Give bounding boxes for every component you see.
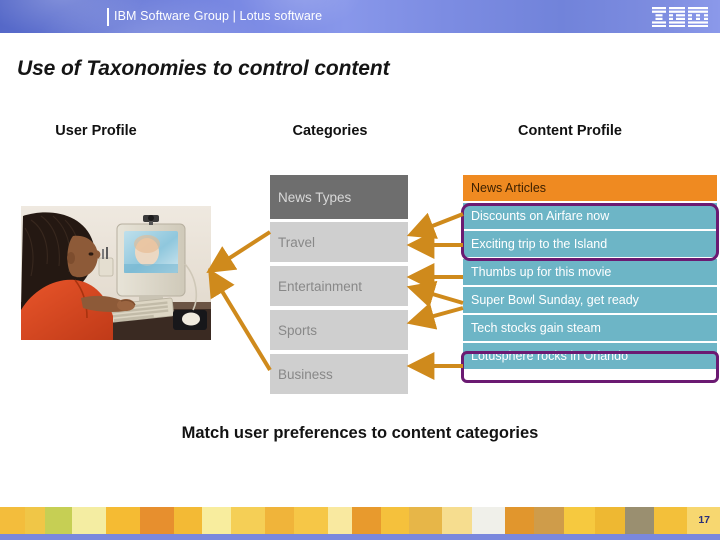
arrow-superbowl-to-entertainment [406,280,464,308]
column-heading-user-profile: User Profile [55,123,137,139]
footer-block [328,507,352,534]
summary-caption: Match user preferences to content catego… [181,424,539,442]
footer-block [441,507,473,534]
page-number: 17 [698,514,710,526]
article-item-discounts-airfare[interactable]: Discounts on Airfare now [463,203,717,229]
footer-block [533,507,565,534]
page-title: Use of Taxonomies to control content [17,57,390,80]
article-item-tech-stocks[interactable]: Tech stocks gain steam [463,315,717,341]
arrow-travel-to-user-profile [206,230,272,274]
footer-block [44,507,72,534]
footer-block [564,507,595,534]
footer-baseline [0,534,720,540]
footer-block [25,507,45,534]
footer-block [380,507,410,534]
footer-block [0,507,26,534]
content-list-header: News Articles [463,175,717,201]
footer-block [71,507,107,534]
footer-block [472,507,505,534]
column-heading-content-profile: Content Profile [518,123,622,139]
footer-block [351,507,381,534]
footer-block [140,507,174,534]
footer-block [265,507,295,534]
footer-block [202,507,232,534]
footer-block [654,507,688,534]
ibm-logo [652,7,708,27]
footer-block [231,507,266,534]
footer-block [409,507,442,534]
footer-block [594,507,626,534]
category-list-header: News Types [270,175,408,219]
header-brand-text: IBM Software Group | Lotus software [114,9,323,23]
article-item-lotusphere[interactable]: Lotusphere rocks in Orlando [463,343,717,369]
decorative-footer-strip [0,507,720,534]
category-item-entertainment[interactable]: Entertainment [270,266,408,306]
footer-block [106,507,141,534]
footer-block [294,507,329,534]
column-heading-categories: Categories [292,123,368,139]
footer-block [504,507,534,534]
article-item-super-bowl[interactable]: Super Bowl Sunday, get ready [463,287,717,313]
article-item-exciting-trip[interactable]: Exciting trip to the Island [463,231,717,257]
arrow-superbowl-to-sports [406,302,464,330]
footer-block [173,507,203,534]
category-item-sports[interactable]: Sports [270,310,408,350]
category-item-travel[interactable]: Travel [270,222,408,262]
footer-block [625,507,655,534]
arrow-business-to-user-profile [208,268,272,372]
arrow-airfare-to-travel [406,212,464,239]
woman-at-computer-photo [21,206,211,340]
category-list: News Types Travel Entertainment Sports B… [270,175,408,398]
article-item-thumbs-up-movie[interactable]: Thumbs up for this movie [463,259,717,285]
header-divider [107,8,109,26]
category-item-business[interactable]: Business [270,354,408,394]
content-article-list: News Articles Discounts on Airfare now E… [463,175,717,371]
